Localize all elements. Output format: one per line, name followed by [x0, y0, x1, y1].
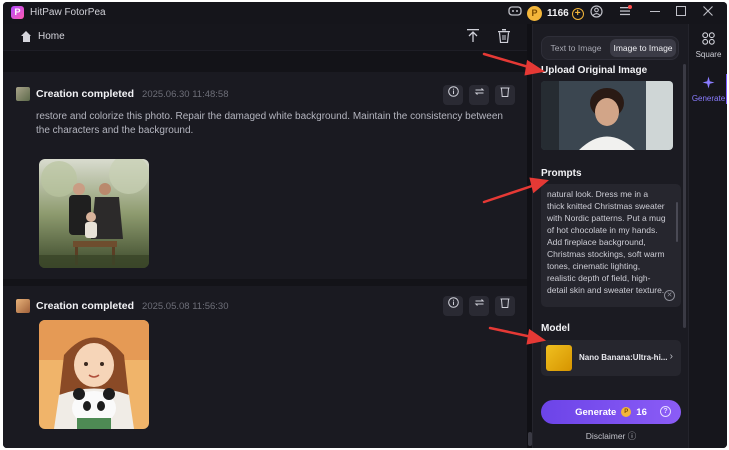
card-date: 2025.05.08 11:56:30 — [142, 300, 229, 312]
close-icon[interactable] — [700, 5, 716, 21]
info-icon — [447, 297, 459, 308]
info-button[interactable] — [443, 296, 463, 316]
regenerate-button[interactable] — [469, 296, 489, 316]
info-icon — [447, 86, 459, 97]
creation-card: Creation completed 2025.06.30 11:48:58 r… — [3, 72, 527, 279]
repeat-icon — [474, 88, 484, 95]
model-selector[interactable]: Nano Banana:Ultra-hi... › — [541, 340, 681, 376]
nav-label-generate: Generate — [691, 94, 726, 103]
nav-item-square[interactable]: Square — [689, 32, 727, 59]
app-window: P HitPaw FotorPea P 1166 + Home Creation… — [3, 2, 727, 448]
chevron-right-icon: › — [669, 351, 673, 362]
card-title: Creation completed — [36, 88, 135, 100]
prompts-label: Prompts — [541, 168, 582, 179]
upload-label: Upload Original Image — [541, 65, 648, 76]
app-logo-icon: P — [11, 6, 24, 19]
delete-button[interactable] — [495, 85, 515, 105]
nav-label-square: Square — [695, 50, 722, 59]
anime-portrait-photo[interactable] — [39, 320, 149, 429]
credit-count: 1166 — [547, 8, 569, 19]
generate-panel: Text to Image Image to Image Upload Orig… — [532, 24, 688, 448]
trash-icon — [500, 298, 510, 308]
help-icon[interactable]: ? — [660, 406, 671, 417]
upload-top-icon[interactable] — [465, 29, 481, 45]
card-header: Creation completed 2025.05.08 11:56:30 — [16, 299, 229, 313]
model-thumbnail — [546, 345, 572, 371]
uploaded-image[interactable] — [541, 81, 673, 150]
discord-icon[interactable] — [507, 5, 523, 21]
notification-dot-icon — [628, 5, 632, 9]
tab-text-to-image[interactable]: Text to Image — [546, 39, 606, 57]
active-nav-indicator — [726, 74, 727, 104]
home-icon — [21, 31, 32, 42]
creation-feed[interactable]: Creation completed 2025.06.30 11:48:58 r… — [3, 51, 527, 448]
app-title: HitPaw FotorPea — [30, 7, 106, 18]
regenerate-button[interactable] — [469, 85, 489, 105]
card-actions — [443, 296, 515, 316]
trash-icon — [500, 87, 510, 97]
credits-display[interactable]: P 1166 + — [527, 5, 584, 22]
minimize-icon[interactable] — [647, 5, 663, 21]
home-label: Home — [38, 31, 65, 42]
side-nav: Square Generate — [688, 24, 727, 448]
coin-icon: P — [527, 6, 542, 21]
card-title: Creation completed — [36, 300, 135, 312]
card-actions — [443, 85, 515, 105]
disclaimer-label: Disclaimer — [585, 431, 626, 441]
card-header: Creation completed 2025.06.30 11:48:58 — [16, 87, 229, 101]
model-label: Model — [541, 323, 570, 334]
creation-card: Creation completed 2025.05.08 11:56:30 — [3, 286, 527, 448]
trash-icon[interactable] — [496, 29, 512, 45]
repeat-icon — [474, 299, 484, 306]
tab-image-to-image[interactable]: Image to Image — [610, 39, 676, 57]
info-button[interactable] — [443, 85, 463, 105]
card-prompt-text: restore and colorize this photo. Repair … — [36, 111, 503, 136]
prompt-text: natural look. Dress me in a thick knitte… — [547, 189, 666, 295]
mode-tabs: Text to Image Image to Image — [541, 36, 679, 60]
panel-scrollbar[interactable] — [683, 64, 686, 328]
add-credits-icon[interactable]: + — [571, 7, 584, 20]
generate-button[interactable]: Generate P 16 ? — [541, 400, 681, 424]
sparkle-icon — [689, 76, 727, 92]
prompt-textarea[interactable]: natural look. Dress me in a thick knitte… — [541, 184, 681, 307]
account-icon[interactable] — [588, 5, 604, 21]
info-icon: ⓘ — [627, 431, 637, 441]
delete-button[interactable] — [495, 296, 515, 316]
generate-cost: 16 — [636, 406, 647, 418]
maximize-icon[interactable] — [673, 5, 689, 21]
home-bar: Home — [3, 24, 527, 51]
disclaimer-link[interactable]: Disclaimer ⓘ — [533, 430, 689, 442]
card-thumbnail — [16, 299, 30, 313]
prompt-scrollbar[interactable] — [676, 202, 678, 242]
title-bar: P HitPaw FotorPea P 1166 + — [3, 2, 727, 24]
model-name: Nano Banana:Ultra-hi... — [579, 353, 668, 362]
clear-prompt-icon[interactable]: ✕ — [664, 290, 675, 301]
coin-icon: P — [621, 407, 632, 417]
restored-family-photo[interactable] — [39, 159, 149, 268]
card-date: 2025.06.30 11:48:58 — [142, 88, 229, 100]
card-thumbnail — [16, 87, 30, 101]
home-button[interactable]: Home — [21, 31, 65, 42]
grid-icon — [689, 32, 727, 48]
nav-item-generate[interactable]: Generate — [689, 76, 727, 103]
generate-label: Generate — [575, 406, 617, 418]
